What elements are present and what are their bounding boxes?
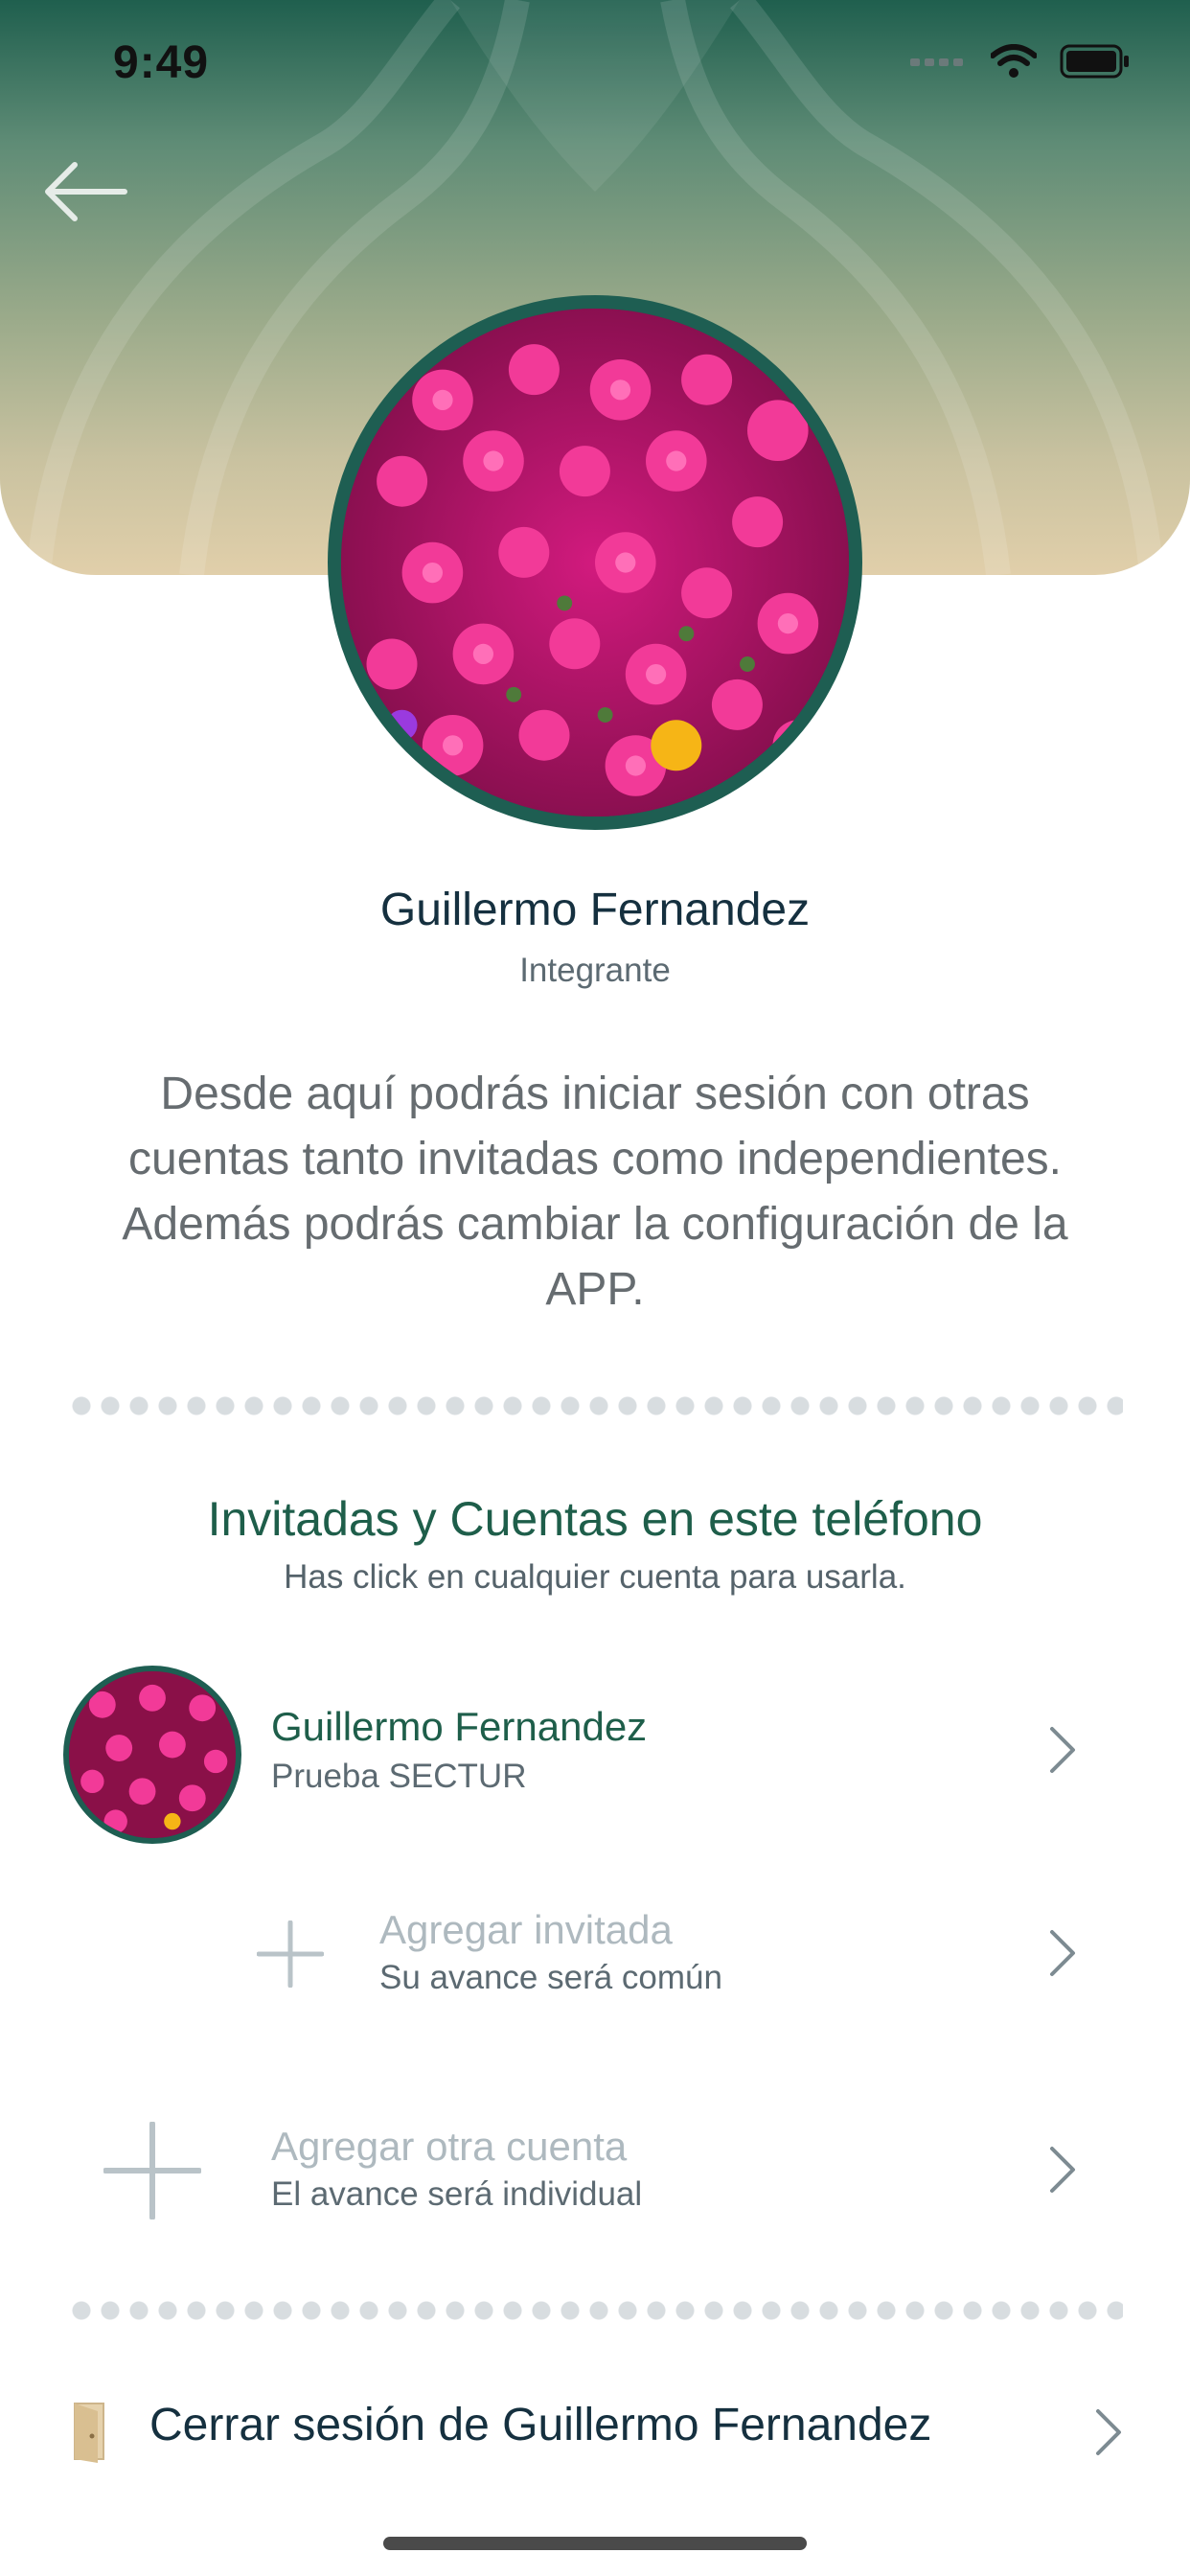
account-row[interactable]: Guillermo Fernandez Prueba SECTUR	[0, 1666, 1190, 1844]
door-icon	[74, 2403, 104, 2463]
add-account-title: Agregar otra cuenta	[271, 2124, 628, 2169]
plus-icon-large	[103, 2122, 201, 2220]
add-guest-subtitle: Su avance será común	[379, 1959, 722, 1996]
account-detail: Prueba SECTUR	[271, 1758, 527, 1795]
profile-role: Integrante	[519, 952, 671, 989]
account-name: Guillermo Fernandez	[271, 1704, 648, 1749]
accounts-section-title: Invitadas y Cuentas en este teléfono	[207, 1492, 983, 1546]
add-guest-title: Agregar invitada	[379, 1907, 673, 1952]
wifi-icon	[990, 44, 1038, 83]
chevron-right-icon	[1050, 1727, 1075, 1773]
account-avatar	[63, 1666, 241, 1844]
status-time: 9:49	[113, 37, 210, 88]
profile-description: Desde aquí podrás iniciar sesión con otr…	[122, 1069, 1068, 1315]
chevron-right-icon	[1050, 2147, 1075, 2193]
add-account-row[interactable]: Agregar otra cuenta El avance será indiv…	[0, 2108, 1190, 2233]
chevron-right-icon	[1096, 2409, 1121, 2455]
logout-label[interactable]: Cerrar sesión de Guillermo Fernandez	[149, 2399, 931, 2451]
profile-avatar[interactable]	[328, 295, 862, 830]
flower-photo	[341, 309, 849, 816]
back-arrow-icon	[45, 162, 127, 221]
home-indicator[interactable]	[383, 2537, 807, 2550]
accounts-section-subtitle: Has click en cualquier cuenta para usarl…	[284, 1558, 906, 1596]
add-guest-row[interactable]: Agregar invitada Su avance será común	[0, 1892, 1190, 2016]
flower-photo-small	[69, 1671, 236, 1838]
status-bar: 9:49	[0, 0, 1190, 125]
plus-icon	[257, 1920, 324, 1988]
signal-icon	[910, 55, 968, 73]
divider-top	[67, 1396, 1123, 1415]
back-button[interactable]	[38, 153, 134, 230]
add-account-subtitle: El avance será individual	[271, 2175, 643, 2213]
divider-bottom	[67, 2301, 1123, 2320]
status-icons	[910, 44, 1131, 83]
chevron-right-icon	[1050, 1930, 1075, 1976]
battery-icon	[1060, 44, 1131, 83]
profile-name: Guillermo Fernandez	[379, 885, 811, 935]
